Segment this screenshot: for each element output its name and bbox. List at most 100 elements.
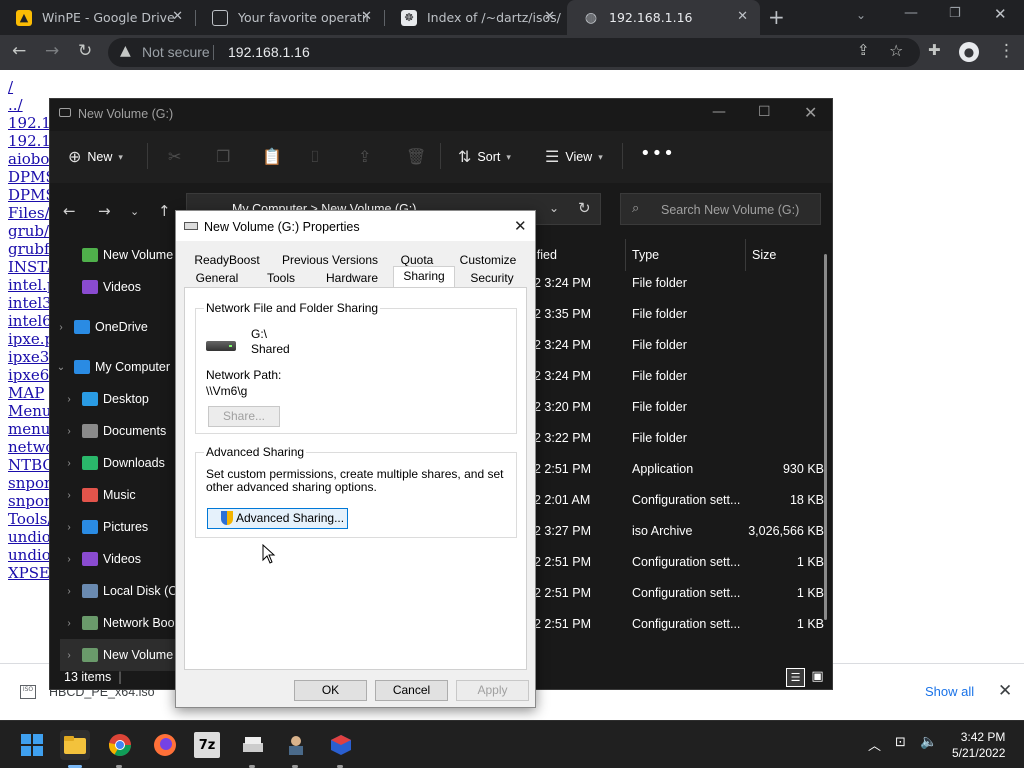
back-icon[interactable]: ← <box>63 202 76 220</box>
file-row[interactable]: 2 3:24 PM File folder <box>534 360 824 391</box>
column-size[interactable]: Size <box>752 248 776 262</box>
box-app-icon[interactable] <box>326 730 356 760</box>
column-date-modified[interactable]: ified <box>534 248 557 262</box>
sidebar-item[interactable]: › Videos <box>60 543 178 575</box>
delete-icon[interactable]: 🗑 <box>406 147 426 166</box>
directory-link[interactable]: / <box>8 78 61 96</box>
refresh-icon[interactable]: ↻ <box>578 199 591 217</box>
7zip-icon[interactable]: 7z <box>194 732 220 758</box>
minimize-icon[interactable]: — <box>712 104 726 120</box>
chevron-right-icon[interactable]: › <box>60 650 78 661</box>
sidebar-item[interactable]: › Documents <box>60 415 178 447</box>
tab-previous-versions[interactable]: Previous Versions <box>280 251 380 270</box>
share-icon[interactable]: ⇪ <box>358 147 371 166</box>
close-download-bar-icon[interactable]: ✕ <box>998 681 1012 701</box>
cancel-button[interactable]: Cancel <box>375 680 448 701</box>
forward-icon[interactable]: → <box>98 202 111 220</box>
tab-readyboost[interactable]: ReadyBoost <box>192 251 262 270</box>
reload-icon[interactable]: ↻ <box>78 41 92 61</box>
chevron-down-icon[interactable]: ⌄ <box>549 201 559 215</box>
minimize-icon[interactable]: — <box>904 5 918 21</box>
file-row[interactable]: 2 2:01 AM Configuration sett... 18 KB <box>534 484 824 515</box>
tab-active-192[interactable]: ◍ 192.168.1.16 ✕ <box>567 0 760 35</box>
cut-icon[interactable]: ✂ <box>168 147 181 166</box>
tab-sharing[interactable]: Sharing <box>393 266 455 287</box>
chevron-right-icon[interactable]: › <box>60 618 78 629</box>
new-button[interactable]: ⊕ New ▾ <box>68 147 123 167</box>
address-bar[interactable]: ▲ Not secure 192.168.1.16 <box>108 38 920 67</box>
search-input[interactable]: Search New Volume (G:) <box>661 203 799 217</box>
advanced-sharing-button[interactable]: Advanced Sharing... <box>207 508 348 529</box>
firefox-icon[interactable] <box>150 730 180 760</box>
tab-hardware[interactable]: Hardware <box>322 269 382 288</box>
profile-icon[interactable]: ● <box>959 42 979 62</box>
recent-locations-icon[interactable]: ⌄ <box>130 205 139 218</box>
tab-search-icon[interactable]: ⌄ <box>856 8 866 22</box>
up-icon[interactable]: ↑ <box>158 202 171 220</box>
chevron-right-icon[interactable]: › <box>60 522 78 533</box>
more-options-icon[interactable]: ••• <box>640 143 675 164</box>
paste-icon[interactable]: 📋 <box>262 147 282 166</box>
sort-button[interactable]: ⇅ Sort ▾ <box>458 147 511 167</box>
close-tab-icon[interactable]: ✕ <box>737 9 748 24</box>
system-clock[interactable]: 3:42 PM 5/21/2022 <box>952 729 1005 761</box>
view-button[interactable]: ☰ View ▾ <box>545 147 603 167</box>
file-row[interactable]: 2 3:22 PM File folder <box>534 422 824 453</box>
file-row[interactable]: 2 2:51 PM Configuration sett... 1 KB <box>534 608 824 639</box>
tab-operating-system[interactable]: Your favorite operating ✕ <box>196 0 384 35</box>
sidebar-item[interactable]: › Local Disk (C <box>60 575 178 607</box>
column-type[interactable]: Type <box>632 248 659 262</box>
volume-icon[interactable]: 🔈 <box>920 734 937 750</box>
sidebar-item[interactable]: › New Volume <box>60 639 178 671</box>
file-row[interactable]: 2 3:24 PM File folder <box>534 267 824 298</box>
sidebar-item[interactable]: › Pictures <box>60 511 178 543</box>
sidebar-item[interactable]: New Volume <box>60 239 178 271</box>
share-button[interactable]: Share... <box>208 406 280 427</box>
drive-app-icon[interactable] <box>238 730 268 760</box>
chevron-up-icon[interactable]: ︿ <box>868 735 881 754</box>
tab-customize[interactable]: Customize <box>456 251 520 270</box>
file-row[interactable]: 2 2:51 PM Application 930 KB <box>534 453 824 484</box>
sidebar-item[interactable]: Videos <box>60 271 178 303</box>
close-icon[interactable]: ✕ <box>514 217 527 235</box>
sidebar-item[interactable]: › Downloads <box>60 447 178 479</box>
sidebar-item[interactable]: › Desktop <box>60 383 178 415</box>
close-icon[interactable]: ✕ <box>804 103 817 122</box>
tab-tools[interactable]: Tools <box>256 269 306 288</box>
extensions-icon[interactable]: ✚ <box>928 41 941 59</box>
restore-icon[interactable]: ❐ <box>949 6 961 21</box>
menu-kebab-icon[interactable]: ⋮ <box>998 41 1015 61</box>
tab-general[interactable]: General <box>188 269 246 288</box>
close-window-icon[interactable]: ✕ <box>994 5 1007 23</box>
file-row[interactable]: 2 2:51 PM Configuration sett... 1 KB <box>534 546 824 577</box>
forward-icon[interactable]: → <box>45 41 59 61</box>
network-icon[interactable]: ⊡ <box>895 735 906 750</box>
file-row[interactable]: 2 3:35 PM File folder <box>534 298 824 329</box>
close-tab-icon[interactable]: ✕ <box>172 9 183 24</box>
scrollbar[interactable] <box>824 254 827 620</box>
copy-icon[interactable]: ❐ <box>216 147 230 166</box>
details-view-icon[interactable]: ☰ <box>786 668 805 687</box>
file-row[interactable]: 2 3:24 PM File folder <box>534 329 824 360</box>
file-row[interactable]: 2 2:51 PM Configuration sett... 1 KB <box>534 577 824 608</box>
tiles-view-icon[interactable]: ▣ <box>808 668 827 687</box>
chrome-icon[interactable] <box>105 730 135 760</box>
search-box[interactable]: ⌕ Search New Volume (G:) <box>620 193 821 225</box>
rename-icon[interactable]: ⌷ <box>310 147 320 167</box>
close-tab-icon[interactable]: ✕ <box>544 9 555 24</box>
tab-index-isos[interactable]: ☸ Index of /~dartz/isos/ ✕ <box>385 0 567 35</box>
chevron-right-icon[interactable]: › <box>52 322 70 333</box>
chevron-down-icon[interactable]: ⌄ <box>52 362 70 373</box>
bookmark-star-icon[interactable]: ☆ <box>889 41 903 60</box>
chevron-right-icon[interactable]: › <box>60 586 78 597</box>
sidebar-item[interactable]: › OneDrive <box>52 311 170 343</box>
file-row[interactable]: 2 3:27 PM iso Archive 3,026,566 KB <box>534 515 824 546</box>
maximize-icon[interactable]: ☐ <box>758 104 771 120</box>
chevron-right-icon[interactable]: › <box>60 554 78 565</box>
tool-app-icon[interactable] <box>281 730 311 760</box>
apply-button[interactable]: Apply <box>456 680 529 701</box>
sidebar-item[interactable]: › Network Boo <box>60 607 178 639</box>
chevron-right-icon[interactable]: › <box>60 458 78 469</box>
file-row[interactable]: 2 3:20 PM File folder <box>534 391 824 422</box>
security-label[interactable]: Not secure <box>142 44 210 60</box>
